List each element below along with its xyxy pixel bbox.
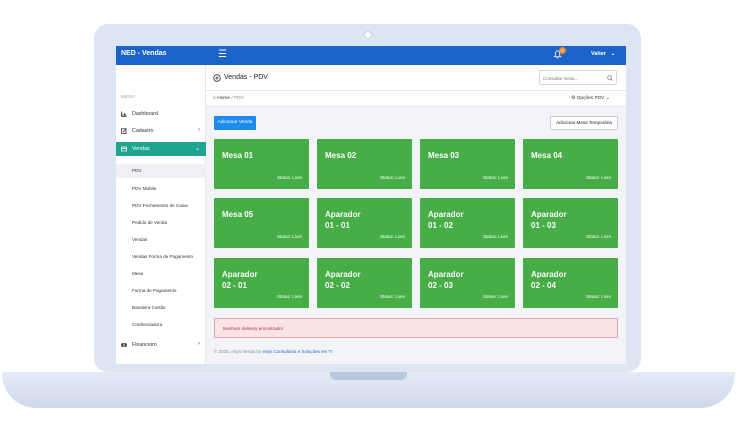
breadcrumb-current: PDV	[234, 96, 244, 101]
table-card-aparador-02-01[interactable]: Aparador 02 - 01 Status: Livre	[214, 258, 309, 308]
table-name: Mesa 04	[531, 151, 563, 160]
table-status: Status: Livre	[482, 175, 508, 180]
table-card-aparador-02-03[interactable]: Aparador 02 - 03 Status: Livre	[420, 258, 515, 308]
table-status: Status: Livre	[276, 175, 302, 180]
plus-circle-icon	[213, 74, 221, 82]
table-card-aparador-02-02[interactable]: Aparador 02 - 02 Status: Livre	[317, 258, 412, 308]
add-temp-table-button[interactable]: Adicionar Mesa Temporária	[550, 116, 618, 130]
footer-copyright: © 2020, eSys Venda by	[214, 349, 263, 354]
sidebar-subitem-credenciadora[interactable]: Credenciadora	[132, 322, 162, 327]
app-screen: NED - Vendas ☰ 0 Valter ⌄ MENU Dashboard…	[116, 46, 626, 364]
pdv-options-label: Opções PDV ⌄	[576, 96, 610, 101]
table-name: Aparador 02 - 01	[222, 270, 258, 290]
chart-icon	[121, 111, 127, 117]
sidebar-subitem-vendas[interactable]: Vendas	[132, 237, 147, 242]
search-box[interactable]	[539, 70, 617, 85]
page-title: Vendas - PDV	[224, 74, 268, 81]
pdv-options-dropdown[interactable]: ⚙ Opções PDV ⌄	[571, 96, 610, 101]
table-status: Status: Livre	[585, 175, 611, 180]
sidebar-subitem-vendas-forma-pagamento[interactable]: Vendas Forma de Pagamento	[132, 254, 193, 259]
page-header: Vendas - PDV	[206, 65, 626, 91]
main-content: Vendas - PDV ⌂ Home / PDV ⚙ Opções PDV ⌄	[206, 65, 626, 364]
sidebar-item-label: Vendas	[132, 146, 150, 152]
table-status: Status: Livre	[585, 234, 611, 239]
table-status: Status: Livre	[276, 234, 302, 239]
menu-caption: MENU	[121, 94, 136, 99]
no-delivery-alert: Nenhum delivery encontrado!	[214, 318, 618, 338]
table-status: Status: Livre	[379, 294, 405, 299]
table-card-aparador-01-02[interactable]: Aparador 01 - 02 Status: Livre	[420, 198, 515, 248]
chevron-right-icon: ›	[198, 341, 200, 347]
breadcrumb-separator: /	[231, 96, 233, 101]
sidebar-item-label: Cadastro	[132, 128, 154, 134]
search-input[interactable]	[543, 74, 605, 82]
table-card-mesa-03[interactable]: Mesa 03 Status: Livre	[420, 139, 515, 189]
user-name: Valter	[591, 51, 606, 57]
table-name: Mesa 05	[222, 210, 254, 219]
table-name: Aparador 01 - 02	[428, 210, 464, 230]
sidebar-subitem-pdv-mobile[interactable]: PDV Mobile	[132, 186, 156, 191]
sidebar: MENU Dashboard Cadastro › Vendas ⌄ PDV P…	[116, 65, 206, 364]
table-name: Aparador 02 - 02	[325, 270, 361, 290]
footer: © 2020, eSys Venda by eSys Consultoria e…	[214, 349, 333, 354]
table-name: Mesa 01	[222, 151, 254, 160]
chevron-right-icon: ›	[198, 127, 200, 133]
chevron-down-icon: ⌄	[194, 146, 200, 152]
add-sale-button[interactable]: Adicionar Venda	[214, 116, 256, 130]
table-status: Status: Livre	[585, 294, 611, 299]
footer-link[interactable]: eSys Consultoria e Soluções em TI	[262, 349, 332, 354]
table-name: Aparador 01 - 01	[325, 210, 361, 230]
money-icon	[121, 343, 127, 347]
sidebar-subitem-bandeira-cartao[interactable]: Bandeira Cartão	[132, 305, 165, 310]
sidebar-subitem-pedido-venda[interactable]: Pedido de Venda	[132, 220, 167, 225]
sidebar-subitem-pdv-fechamento[interactable]: PDV Fechamento de Caixa	[132, 203, 188, 208]
table-name: Aparador 02 - 04	[531, 270, 567, 290]
user-menu[interactable]: Valter ⌄	[591, 51, 615, 57]
table-status: Status: Livre	[482, 234, 508, 239]
card-icon	[121, 146, 127, 152]
breadcrumb-trail: ⌂ Home / PDV	[213, 96, 244, 101]
gear-icon: ⚙	[571, 96, 576, 101]
sidebar-subitem-pdv[interactable]: PDV	[116, 164, 206, 178]
sidebar-item-label: Dashboard	[132, 111, 158, 117]
sidebar-item-cadastro[interactable]: Cadastro ›	[116, 124, 206, 138]
brand-logo[interactable]: NED - Vendas	[121, 50, 167, 57]
sidebar-item-label: Financeiro	[132, 342, 157, 348]
search-icon[interactable]	[607, 75, 613, 81]
menu-toggle-icon[interactable]: ☰	[218, 49, 227, 60]
table-status: Status: Livre	[379, 175, 405, 180]
table-card-mesa-01[interactable]: Mesa 01 Status: Livre	[214, 139, 309, 189]
table-name: Mesa 03	[428, 151, 460, 160]
table-card-mesa-02[interactable]: Mesa 02 Status: Livre	[317, 139, 412, 189]
top-navbar: NED - Vendas ☰ 0 Valter ⌄	[116, 46, 626, 65]
sidebar-item-financeiro[interactable]: Financeiro ›	[116, 338, 206, 352]
table-status: Status: Livre	[276, 294, 302, 299]
table-card-mesa-04[interactable]: Mesa 04 Status: Livre	[523, 139, 618, 189]
table-status: Status: Livre	[379, 234, 405, 239]
breadcrumb-home[interactable]: Home	[217, 96, 230, 101]
table-card-mesa-05[interactable]: Mesa 05 Status: Livre	[214, 198, 309, 248]
sidebar-item-vendas[interactable]: Vendas ⌄	[116, 142, 206, 156]
notification-badge: 0	[559, 47, 566, 54]
table-name: Mesa 02	[325, 151, 357, 160]
laptop-mockup: NED - Vendas ☰ 0 Valter ⌄ MENU Dashboard…	[0, 0, 737, 441]
table-name: Aparador 01 - 03	[531, 210, 567, 230]
table-name: Aparador 02 - 03	[428, 270, 464, 290]
chevron-down-icon: ⌄	[610, 51, 616, 57]
home-icon: ⌂	[213, 96, 216, 101]
edit-icon	[121, 128, 127, 134]
laptop-notch	[330, 372, 407, 380]
table-card-aparador-01-01[interactable]: Aparador 01 - 01 Status: Livre	[317, 198, 412, 248]
sidebar-item-dashboard[interactable]: Dashboard	[116, 107, 206, 121]
breadcrumb: ⌂ Home / PDV ⚙ Opções PDV ⌄	[206, 91, 626, 107]
sidebar-subitem-forma-pagamento[interactable]: Forma de Pagamento	[132, 288, 176, 293]
table-card-aparador-01-03[interactable]: Aparador 01 - 03 Status: Livre	[523, 198, 618, 248]
camera-dot	[364, 31, 372, 39]
sidebar-subitem-mesa[interactable]: Mesa	[132, 271, 143, 276]
table-status: Status: Livre	[482, 294, 508, 299]
table-card-aparador-02-04[interactable]: Aparador 02 - 04 Status: Livre	[523, 258, 618, 308]
